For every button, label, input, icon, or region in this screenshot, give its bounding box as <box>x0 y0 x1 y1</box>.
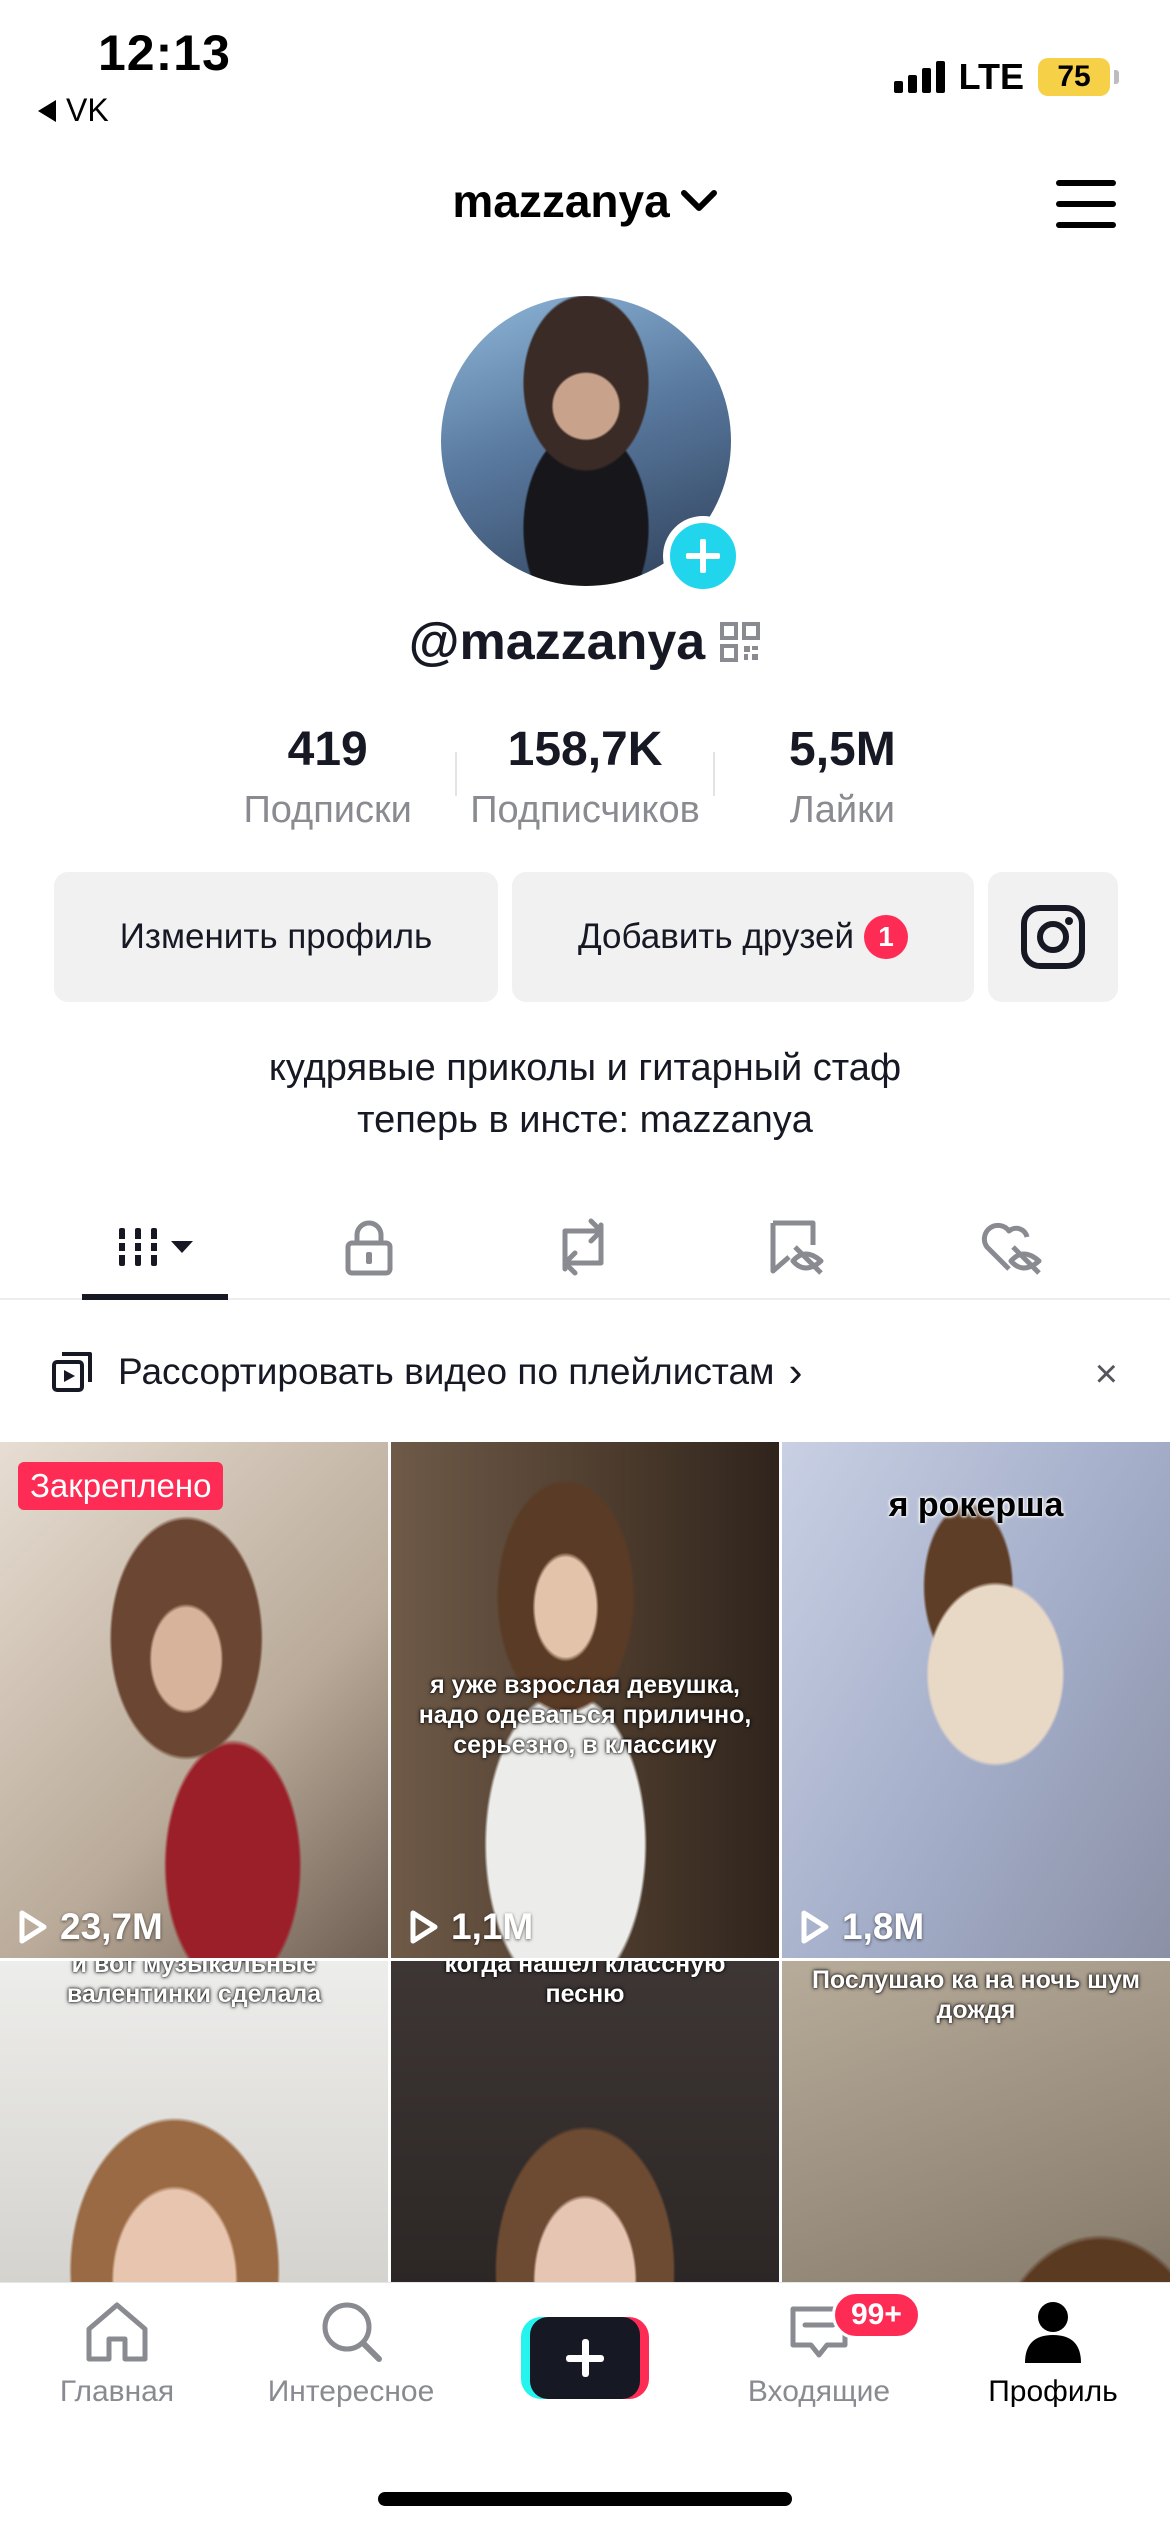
tab-reposts[interactable] <box>476 1196 690 1298</box>
video-tile[interactable]: я уже взрослая девушка, надо одеваться п… <box>391 1442 779 1958</box>
tab-private[interactable] <box>262 1196 476 1298</box>
nav-discover-label: Интересное <box>267 2375 435 2408</box>
chevron-right-icon: › <box>788 1348 803 1395</box>
stat-likes[interactable]: 5,5M Лайки <box>715 722 970 832</box>
signal-icon <box>893 61 945 93</box>
close-icon[interactable]: × <box>1095 1352 1118 1397</box>
stat-followers[interactable]: 158,7K Подписчиков <box>457 722 712 832</box>
playlist-sort-banner[interactable]: Рассортировать видео по плейлистам › × <box>0 1302 1170 1442</box>
nav-create[interactable] <box>468 2297 702 2433</box>
stat-value: 158,7K <box>507 723 663 776</box>
video-caption: и вот музыкальные валентинки сделала <box>66 1961 322 2008</box>
pinned-badge: Закреплено <box>18 1462 224 1510</box>
stat-value: 5,5M <box>789 723 896 776</box>
profile-stats: 419 Подписки 158,7K Подписчиков 5,5M Лай… <box>200 722 970 832</box>
home-icon <box>86 2302 148 2362</box>
plus-icon <box>530 2317 640 2399</box>
profile-handle: @mazzanya <box>408 613 706 671</box>
tab-favorites[interactable] <box>690 1196 904 1298</box>
create-video-button[interactable] <box>521 2317 649 2399</box>
playlist-banner-text: Рассортировать видео по плейлистам <box>118 1351 775 1392</box>
video-caption: Послушаю ка на ночь шум дождя <box>811 1966 1141 2024</box>
video-tile[interactable]: и вот музыкальные валентинки сделала <box>0 1961 388 2282</box>
nav-home[interactable]: Главная <box>0 2297 234 2433</box>
back-app-label: VK <box>66 92 109 128</box>
tab-videos[interactable] <box>48 1196 262 1300</box>
video-caption: я рокерша <box>888 1486 1064 1524</box>
nav-home-label: Главная <box>59 2375 175 2408</box>
heart-hidden-icon <box>981 1222 1042 1275</box>
stat-label: Лайки <box>789 789 895 831</box>
header-username: mazzanya <box>452 175 670 227</box>
video-tile[interactable]: Послушаю ка на ночь шум дождя <box>782 1961 1170 2282</box>
video-tile[interactable]: когда нашел классную песню <box>391 1961 779 2282</box>
profile-header: mazzanya <box>0 160 1170 250</box>
stat-label: Подписки <box>243 789 412 831</box>
profile-icon <box>1025 2302 1081 2363</box>
tab-liked[interactable] <box>904 1196 1118 1298</box>
view-count-value: 1,1M <box>451 1906 534 1947</box>
stat-following[interactable]: 419 Подписки <box>200 722 455 832</box>
handle-row: @mazzanya <box>0 612 1170 672</box>
add-friends-badge: 1 <box>864 915 909 959</box>
video-grid-icon <box>115 1228 193 1266</box>
battery-level: 75 <box>1057 60 1091 93</box>
edit-profile-button[interactable]: Изменить профиль <box>54 872 498 1002</box>
instagram-icon <box>1021 905 1085 969</box>
add-friends-label: Добавить друзей <box>577 917 855 956</box>
nav-inbox-label: Входящие <box>747 2375 891 2408</box>
nav-discover[interactable]: Интересное <box>234 2297 468 2433</box>
play-icon <box>19 1910 47 1944</box>
chevron-down-icon <box>680 190 717 211</box>
lock-icon <box>345 1220 393 1276</box>
add-avatar-plus-icon[interactable] <box>663 516 743 596</box>
nav-profile-label: Профиль <box>988 2375 1118 2408</box>
account-switcher[interactable]: mazzanya <box>0 174 1170 228</box>
add-friends-button[interactable]: Добавить друзей 1 <box>512 872 974 1002</box>
instagram-button[interactable] <box>988 872 1118 1002</box>
status-bar: 12:13 VK LTE 75 <box>0 0 1170 140</box>
inbox-badge: 99+ <box>832 2291 921 2339</box>
profile-tabs <box>0 1196 1170 1300</box>
video-tile[interactable]: я рокерша 1,8M <box>782 1442 1170 1958</box>
repost-icon <box>562 1218 604 1276</box>
stat-value: 419 <box>287 723 368 776</box>
video-caption: я уже взрослая девушка, надо одеваться п… <box>418 1671 752 1759</box>
battery-icon: 75 <box>1038 58 1119 96</box>
network-type: LTE <box>958 56 1024 97</box>
status-indicators: LTE 75 <box>893 56 1119 98</box>
avatar-container <box>441 296 743 596</box>
video-caption: когда нашел классную песню <box>444 1961 726 2008</box>
profile-bio: кудрявые приколы и гитарный стаф теперь … <box>0 1042 1170 1146</box>
hamburger-menu-icon[interactable] <box>1056 180 1116 228</box>
playlist-icon <box>52 1352 92 1392</box>
view-count-value: 23,7M <box>60 1906 163 1947</box>
bio-line: кудрявые приколы и гитарный стаф <box>268 1047 902 1089</box>
play-icon <box>801 1910 829 1944</box>
qr-code-icon[interactable] <box>719 621 761 663</box>
view-count: 23,7M <box>18 1906 163 1948</box>
back-triangle-icon <box>38 99 56 122</box>
view-count-value: 1,8M <box>842 1906 925 1947</box>
view-count: 1,1M <box>409 1906 533 1948</box>
video-grid: Закреплено 23,7M я уже взрослая девушка,… <box>0 1442 1170 2282</box>
view-count: 1,8M <box>800 1906 924 1948</box>
edit-profile-label: Изменить профиль <box>119 917 433 956</box>
stat-label: Подписчиков <box>470 789 700 831</box>
bio-line: теперь в инсте: mazzanya <box>357 1099 813 1141</box>
profile-actions: Изменить профиль Добавить друзей 1 <box>54 872 1118 1002</box>
play-icon <box>410 1910 438 1944</box>
status-time: 12:13 <box>98 25 231 81</box>
nav-inbox[interactable]: 99+ Входящие <box>702 2291 936 2433</box>
back-to-app-link[interactable]: VK <box>38 92 109 129</box>
home-indicator <box>378 2492 792 2506</box>
bookmark-hidden-icon <box>770 1220 824 1275</box>
search-icon <box>322 2302 382 2362</box>
nav-profile[interactable]: Профиль <box>936 2297 1170 2433</box>
video-tile[interactable]: Закреплено 23,7M <box>0 1442 388 1958</box>
